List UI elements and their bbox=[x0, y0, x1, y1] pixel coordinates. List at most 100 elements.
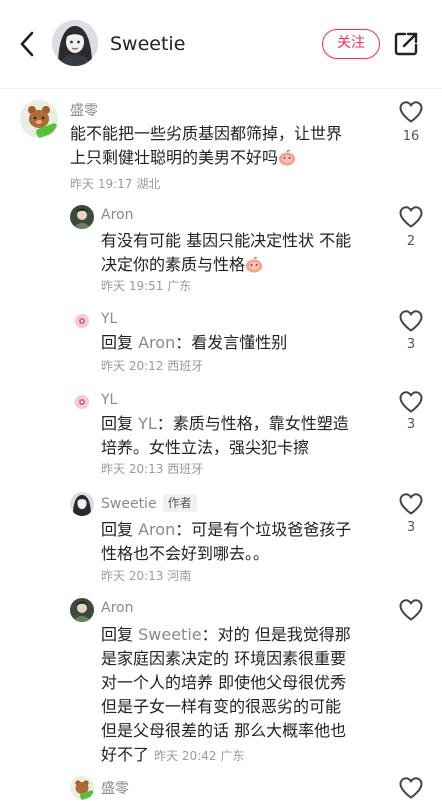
commenter-avatar[interactable] bbox=[70, 492, 94, 516]
comment-text-line: 回复 YL：素质与性格，靠女性塑造 bbox=[101, 412, 397, 436]
like-count: 3 bbox=[406, 520, 416, 535]
heart-outline-icon bbox=[399, 777, 423, 799]
comment-location: 河南 bbox=[167, 569, 192, 583]
like-button[interactable] bbox=[398, 492, 424, 516]
back-button[interactable] bbox=[12, 28, 44, 60]
comment-text-line: 有没有可能 基因只能决定性状 不能 bbox=[101, 231, 352, 250]
comment-text-line: 能不能把一些劣质基因都筛掉，让世界 bbox=[70, 124, 343, 143]
comment-text: 有没有可能 基因只能决定性状 不能 决定你的素质与性格 bbox=[101, 229, 397, 277]
comment-text-line: 培养。女性立法，强尖犯卡擦 bbox=[101, 438, 310, 457]
like-count: 3 bbox=[406, 337, 416, 352]
comment-text-line: 回复 Sweetie：对的 但是我觉得那 bbox=[101, 623, 397, 647]
comment-text-line: 决定你的素质与性格 bbox=[101, 253, 397, 277]
comment-meta: 昨天 20:42 广东 bbox=[154, 749, 244, 763]
like-button[interactable] bbox=[398, 598, 424, 622]
commenter-name-text[interactable]: Sweetie bbox=[101, 496, 157, 512]
comment-location: 广东 bbox=[167, 279, 192, 293]
comment-location: 广东 bbox=[220, 749, 245, 763]
author-name[interactable]: Sweetie bbox=[110, 33, 185, 55]
comment-location: 湖北 bbox=[136, 177, 161, 191]
commenter-name[interactable]: 盛零 bbox=[101, 778, 129, 798]
comment-meta: 昨天 19:17 湖北 bbox=[70, 175, 160, 192]
reply-prefix: 回复 bbox=[101, 625, 134, 644]
commenter-avatar[interactable] bbox=[20, 100, 58, 138]
comment-text: 回复 Sweetie：对的 但是我觉得那 是家庭因素决定的 环境因素很重要 对一… bbox=[101, 623, 397, 768]
comment-text-segment: 好不了 bbox=[101, 745, 150, 764]
share-icon bbox=[394, 32, 418, 56]
commenter-name[interactable]: Aron bbox=[101, 600, 133, 616]
like-count: 3 bbox=[406, 417, 416, 432]
comment-text-line: 但是父母很差的话 那么大概率他也 bbox=[101, 721, 347, 740]
comment-item: 盛零 能不能把一些劣质基因都筛掉，让世界 上只剩健壮聪明的美男不好吗 昨天 19… bbox=[0, 98, 442, 198]
comment-text-segment: ：素质与性格，靠女性塑造 bbox=[156, 414, 349, 433]
commenter-avatar[interactable] bbox=[70, 205, 94, 229]
commenter-avatar[interactable] bbox=[74, 313, 90, 329]
commenter-avatar[interactable] bbox=[74, 394, 90, 410]
reply-item: Aron 有没有可能 基因只能决定性状 不能 决定你的素质与性格 昨天 19:5… bbox=[0, 205, 442, 295]
comment-meta: 昨天 20:13 西班牙 bbox=[101, 460, 203, 477]
comment-text-line: 但是子女一样有变的很恶劣的可能 bbox=[101, 697, 342, 716]
comment-meta: 昨天 19:51 广东 bbox=[101, 277, 191, 294]
like-button[interactable] bbox=[398, 309, 424, 333]
reply-item: Sweetie 作者 回复 Aron：可是有个垃圾爸爸孩子 性格也不会好到哪去。。… bbox=[0, 492, 442, 587]
comment-meta: 昨天 20:13 河南 bbox=[101, 567, 191, 584]
comment-text: 能不能把一些劣质基因都筛掉，让世界 上只剩健壮聪明的美男不好吗 bbox=[70, 122, 366, 170]
commenter-avatar[interactable] bbox=[70, 598, 94, 622]
comment-text: 回复 Aron：可是有个垃圾爸爸孩子 性格也不会好到哪去。。 bbox=[101, 518, 397, 566]
heart-outline-icon bbox=[399, 101, 423, 123]
reply-mention[interactable]: Aron bbox=[138, 333, 175, 352]
comment-time: 昨天 19:51 bbox=[101, 279, 164, 293]
reply-item: YL 回复 YL：素质与性格，靠女性塑造 培养。女性立法，强尖犯卡擦 昨天 20… bbox=[0, 390, 442, 480]
comment-text: 回复 Aron：看发言懂性别 bbox=[101, 331, 397, 355]
like-button[interactable] bbox=[398, 100, 424, 124]
comment-time: 昨天 20:12 bbox=[101, 359, 164, 373]
heart-outline-icon bbox=[399, 206, 423, 228]
comment-location: 西班牙 bbox=[167, 462, 204, 476]
comment-text-line: 是家庭因素决定的 环境因素很重要 bbox=[101, 649, 347, 668]
commenter-name[interactable]: Sweetie 作者 bbox=[101, 494, 197, 512]
reply-mention[interactable]: YL bbox=[138, 414, 157, 433]
comment-text-line: 对一个人的培养 即使他父母很优秀 bbox=[101, 673, 347, 692]
commenter-name[interactable]: YL bbox=[101, 311, 117, 327]
author-avatar[interactable] bbox=[52, 20, 98, 66]
reply-mention[interactable]: Sweetie bbox=[138, 625, 202, 644]
author-badge: 作者 bbox=[162, 494, 197, 512]
comment-text-line: 上只剩健壮聪明的美男不好吗 bbox=[70, 146, 366, 170]
comment-time: 昨天 19:17 bbox=[70, 177, 133, 191]
comment-time: 昨天 20:42 bbox=[154, 749, 217, 763]
follow-button[interactable]: 关注 bbox=[322, 29, 380, 59]
comment-text-line: 好不了 昨天 20:42 广东 bbox=[101, 743, 397, 768]
peach-emoji bbox=[245, 256, 263, 273]
chevron-left-icon bbox=[20, 31, 34, 57]
like-count: 16 bbox=[402, 129, 420, 144]
comment-text-segment: ：可是有个垃圾爸爸孩子 bbox=[175, 520, 352, 539]
peach-emoji bbox=[278, 149, 296, 166]
commenter-avatar[interactable] bbox=[70, 776, 94, 800]
commenter-name[interactable]: Aron bbox=[101, 207, 133, 223]
reply-prefix: 回复 bbox=[101, 520, 134, 539]
comment-text-segment: ：看发言懂性别 bbox=[175, 333, 288, 352]
commenter-name[interactable]: YL bbox=[101, 392, 117, 408]
reply-item: YL 回复 Aron：看发言懂性别 昨天 20:12 西班牙 3 bbox=[0, 309, 442, 379]
reply-prefix: 回复 bbox=[101, 333, 134, 352]
comment-text-line: 回复 Aron：可是有个垃圾爸爸孩子 bbox=[101, 518, 397, 542]
heart-outline-icon bbox=[399, 599, 423, 621]
comment-text: 回复 YL：素质与性格，靠女性塑造 培养。女性立法，强尖犯卡擦 bbox=[101, 412, 397, 460]
reply-item: Aron 回复 Sweetie：对的 但是我觉得那 是家庭因素决定的 环境因素很… bbox=[0, 598, 442, 768]
share-button[interactable] bbox=[392, 30, 420, 58]
reply-mention[interactable]: Aron bbox=[138, 520, 175, 539]
comment-location: 西班牙 bbox=[167, 359, 204, 373]
comment-meta: 昨天 20:12 西班牙 bbox=[101, 357, 203, 374]
like-button[interactable] bbox=[398, 205, 424, 229]
commenter-name[interactable]: 盛零 bbox=[70, 100, 98, 120]
heart-outline-icon bbox=[399, 391, 423, 413]
top-bar: Sweetie 关注 bbox=[0, 0, 442, 89]
like-button[interactable] bbox=[398, 390, 424, 414]
comment-time: 昨天 20:13 bbox=[101, 462, 164, 476]
reply-prefix: 回复 bbox=[101, 414, 134, 433]
heart-outline-icon bbox=[399, 310, 423, 332]
like-button[interactable] bbox=[398, 776, 424, 800]
like-count: 2 bbox=[406, 234, 416, 249]
reply-item: 盛零 bbox=[0, 776, 442, 800]
comment-time: 昨天 20:13 bbox=[101, 569, 164, 583]
